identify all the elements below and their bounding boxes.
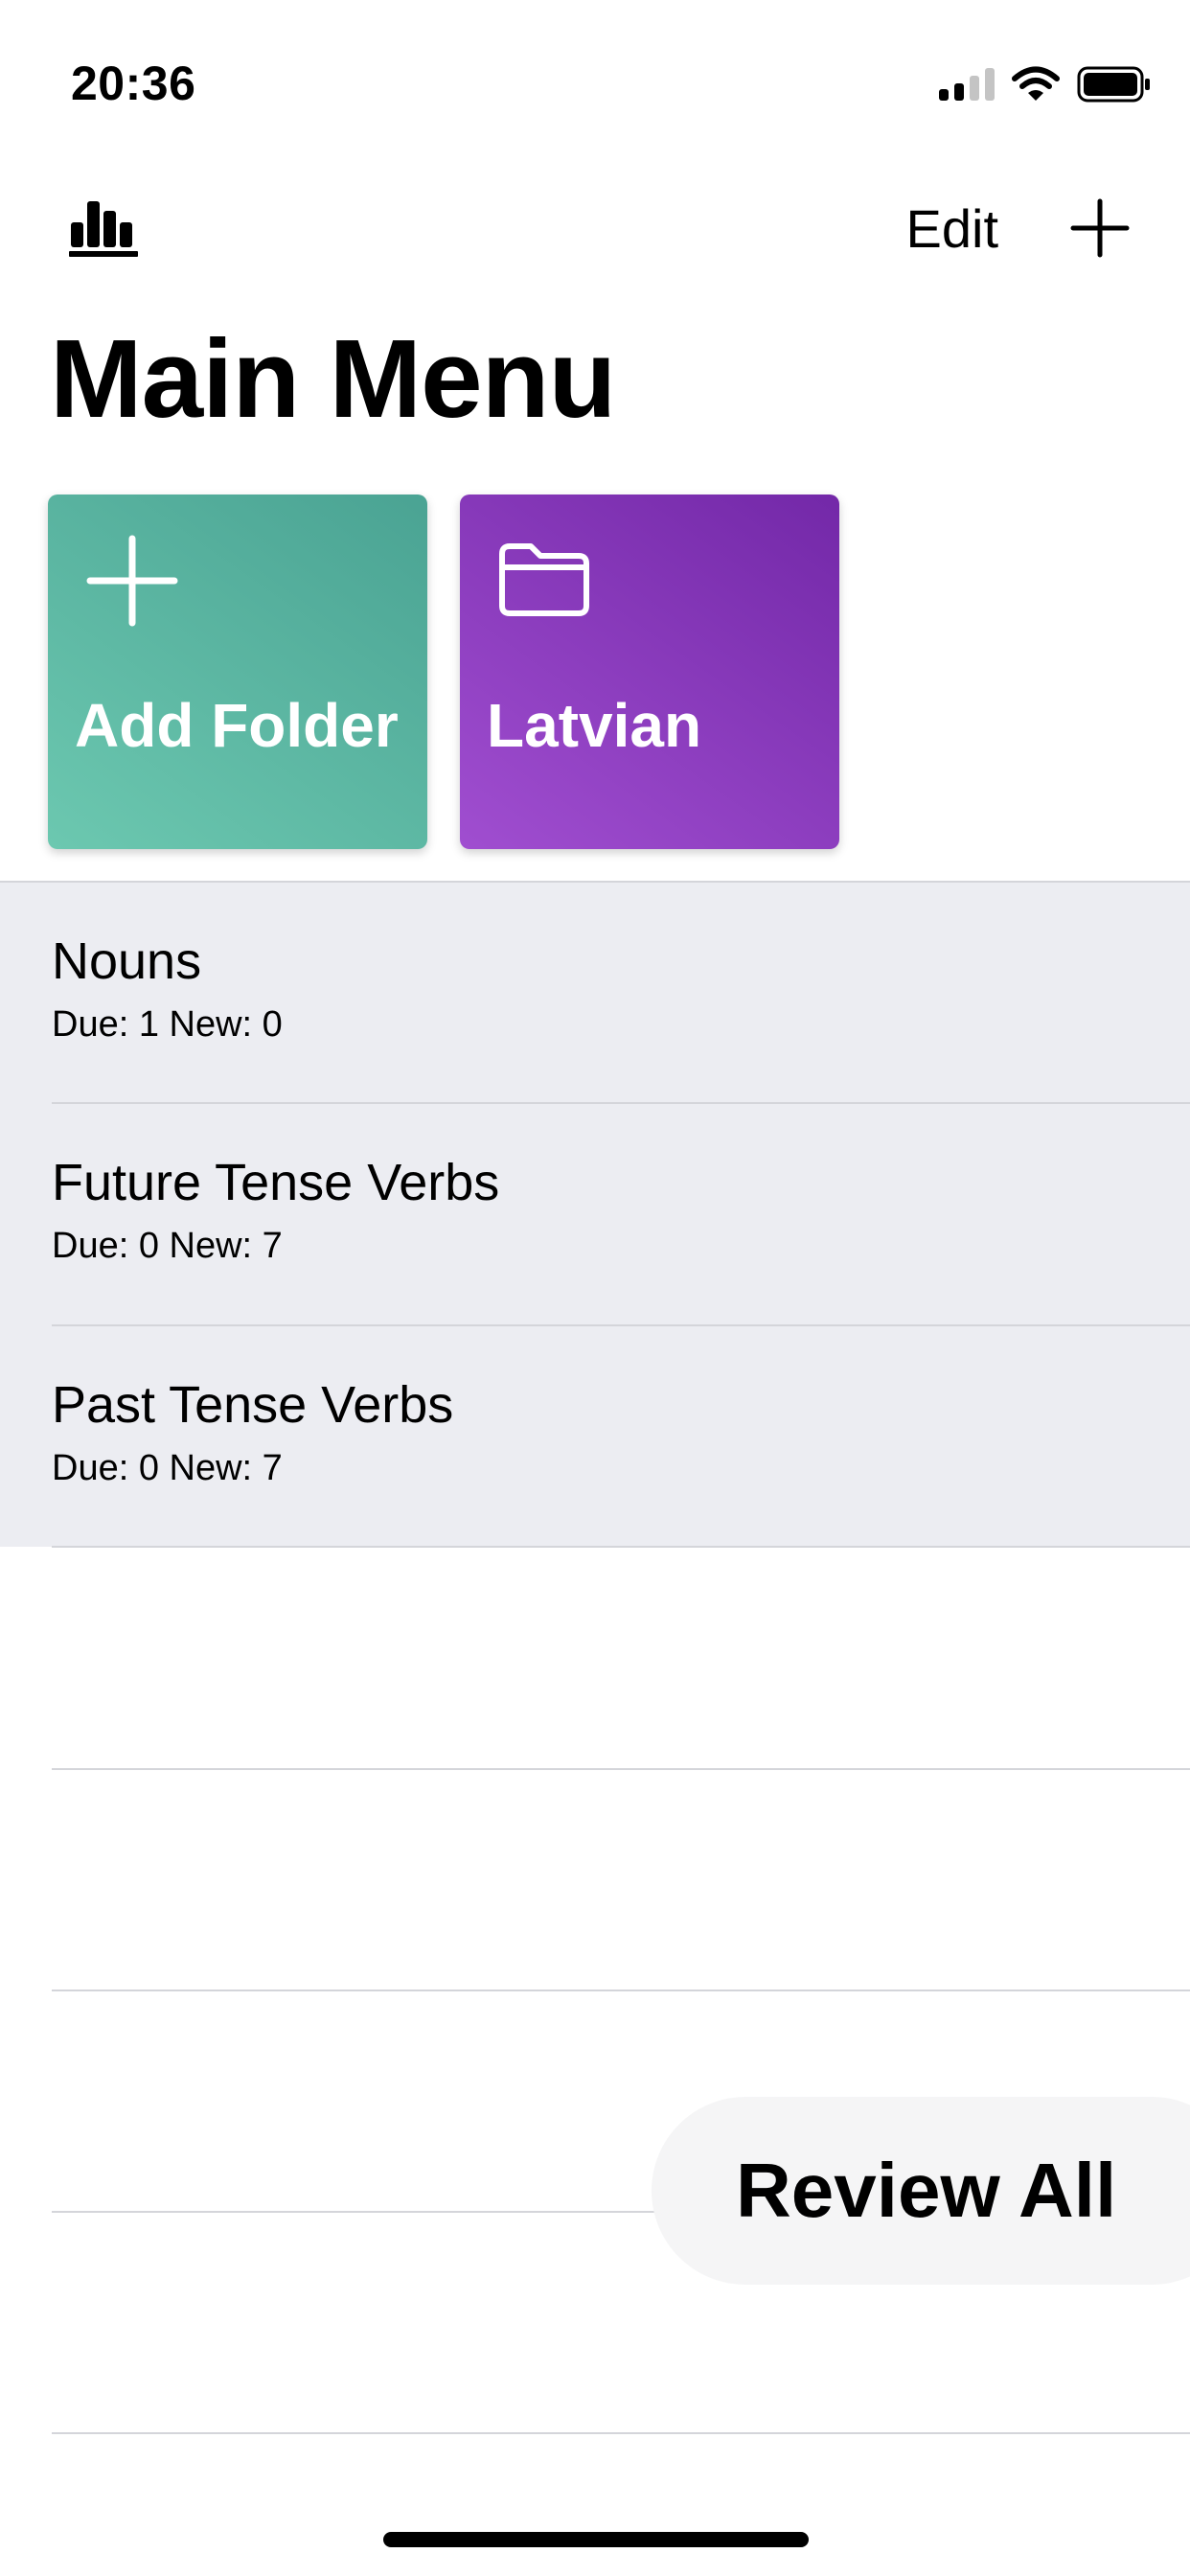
deck-stats: Due: 0 New: 7	[52, 1448, 283, 1488]
divider	[52, 2432, 1190, 2434]
status-time: 20:36	[71, 57, 196, 110]
edit-button[interactable]: Edit	[906, 197, 999, 260]
bar-chart-icon[interactable]	[67, 199, 140, 257]
folder-icon	[499, 543, 589, 616]
wifi-icon	[1012, 66, 1060, 101]
deck-stats: Due: 0 New: 7	[52, 1226, 283, 1266]
status-icons	[939, 65, 1152, 104]
deck-title: Nouns	[52, 932, 202, 990]
deck-row-nouns[interactable]: Nouns Due: 1 New: 0	[52, 882, 1190, 1102]
plus-icon	[86, 535, 178, 627]
battery-icon	[1077, 66, 1150, 103]
plus-icon[interactable]	[1069, 197, 1131, 259]
review-all-button[interactable]: Review All	[652, 2097, 1190, 2285]
folder-tile-label: Latvian	[487, 691, 702, 760]
divider	[52, 1990, 1190, 1991]
deck-stats: Due: 1 New: 0	[52, 1004, 283, 1045]
deck-row-past-tense-verbs[interactable]: Past Tense Verbs Due: 0 New: 7	[52, 1325, 1190, 1546]
deck-title: Past Tense Verbs	[52, 1376, 454, 1434]
deck-title: Future Tense Verbs	[52, 1154, 500, 1211]
divider	[52, 1546, 1190, 1548]
deck-row-future-tense-verbs[interactable]: Future Tense Verbs Due: 0 New: 7	[52, 1103, 1190, 1323]
folder-tile-label: Add Folder	[75, 691, 399, 760]
page-title: Main Menu	[50, 316, 616, 441]
folder-tile-latvian[interactable]: Latvian	[460, 494, 839, 849]
signal-icon	[939, 68, 995, 101]
divider	[52, 1768, 1190, 1770]
home-indicator[interactable]	[383, 2532, 809, 2547]
main-menu-screen: 20:36 Edit Main Menu Add Folder Latvian …	[0, 0, 1190, 2576]
add-folder-tile[interactable]: Add Folder	[48, 494, 427, 849]
